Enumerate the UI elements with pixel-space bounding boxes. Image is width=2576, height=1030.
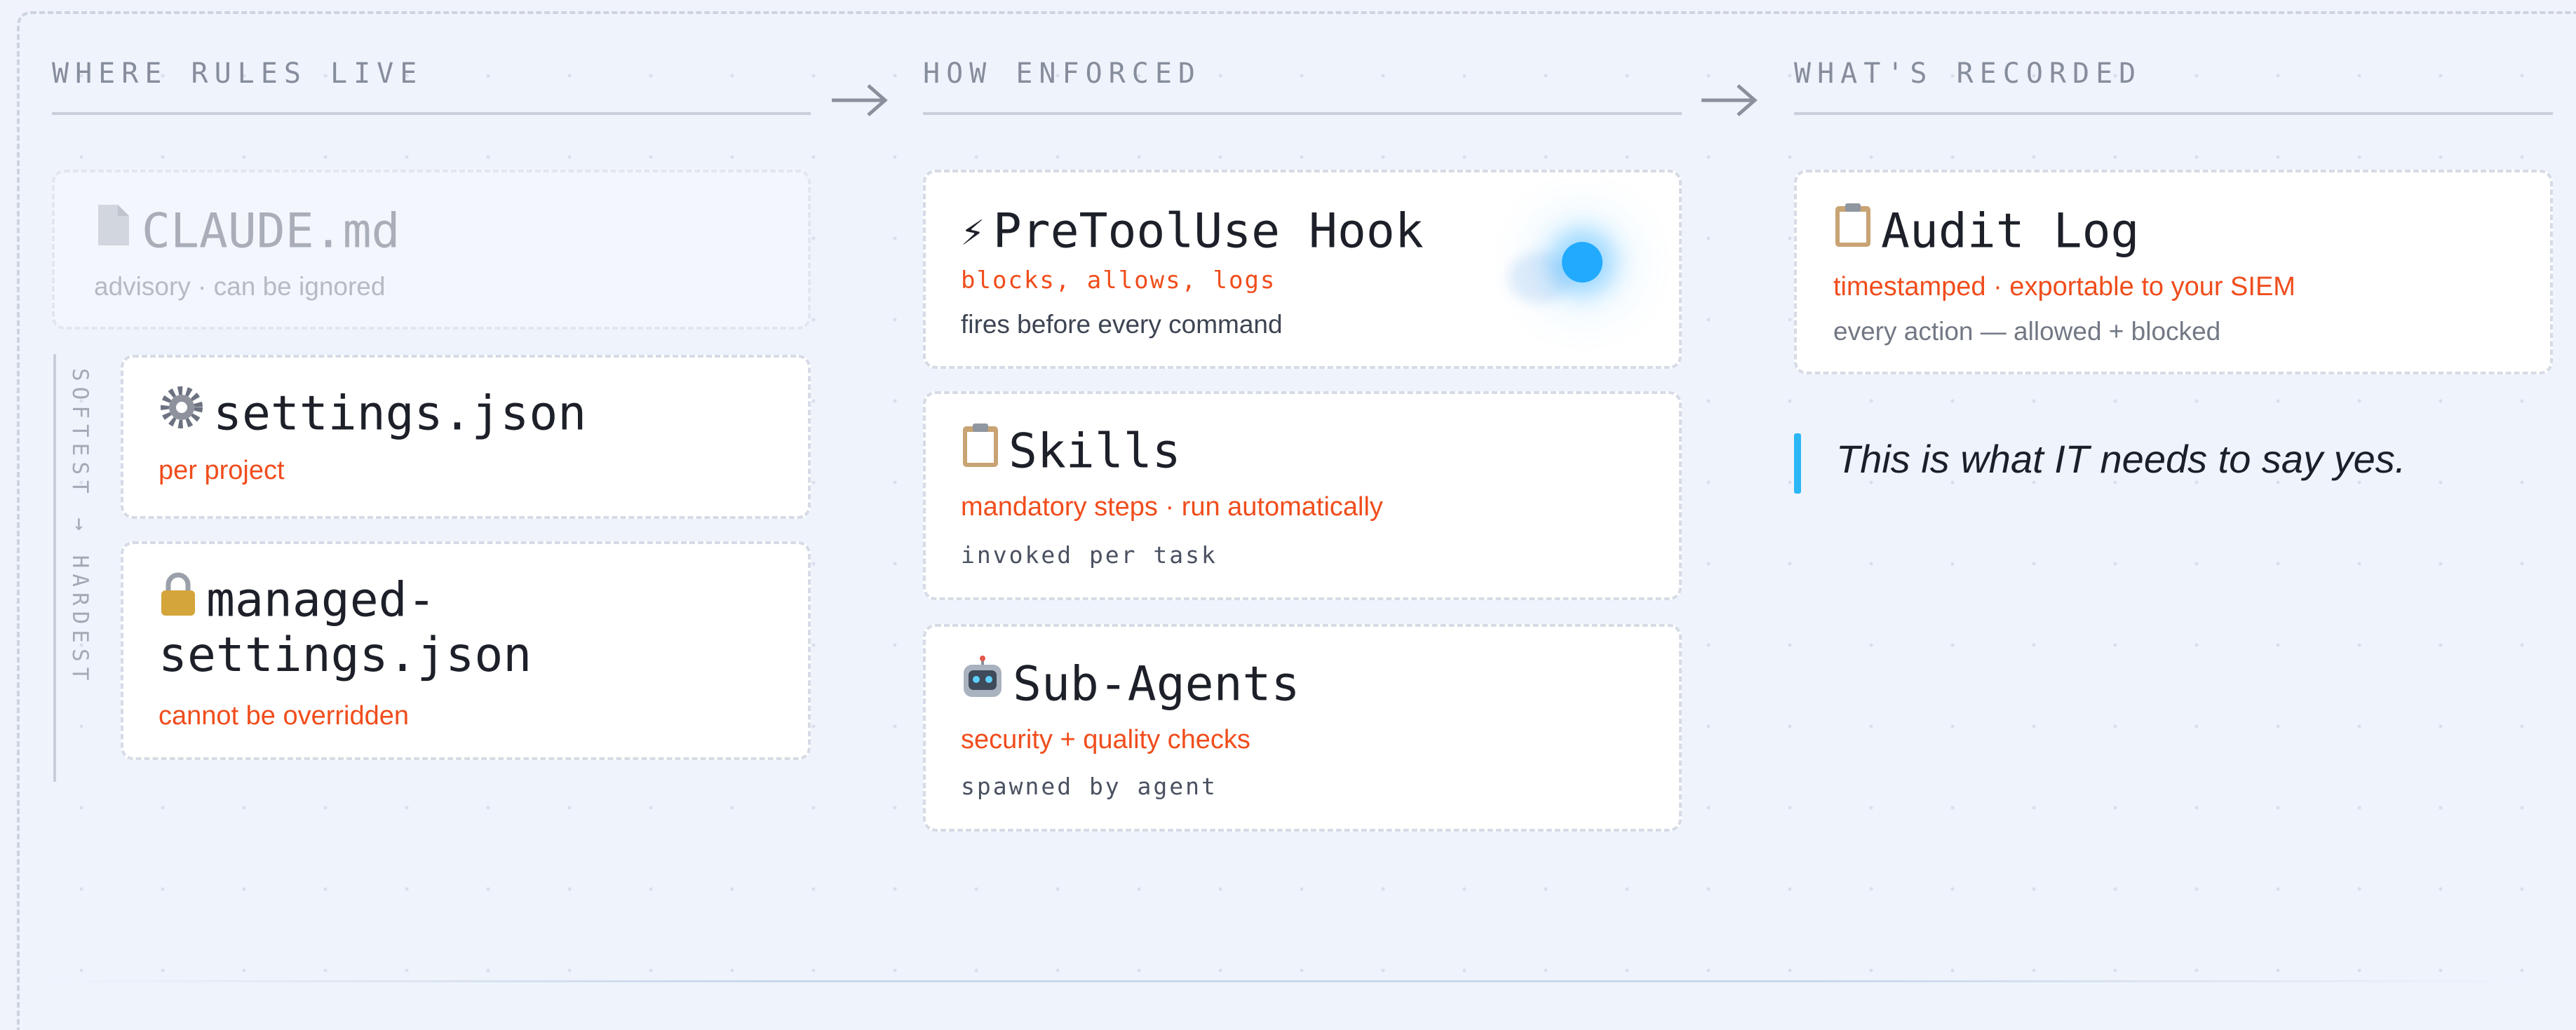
card-managed-settings-json: managed- settings.json cannot be overrid… [121,541,811,760]
card-settings-json: settings.json per project [121,355,811,519]
bottom-rule [42,980,2532,982]
card-tagline: advisory · can be ignored [94,272,386,301]
card-detail: fires before every command [961,310,1283,339]
card-detail: every action — allowed + blocked [1833,317,2221,346]
gear-icon [159,384,205,444]
card-tagline: timestamped · exportable to your SIEM [1833,272,2295,301]
card-title: Audit Log [1833,201,2139,262]
column-header-how: HOW ENFORCED [923,57,1201,90]
column-header-where: WHERE RULES LIVE [52,57,424,90]
card-title: managed- [159,569,436,630]
card-skills: Skills mandatory steps · run automatical… [923,391,1682,600]
quote-text: This is what IT needs to say yes. [1836,437,2406,481]
clipboard-icon [1833,202,1873,262]
card-title: Skills [961,421,1181,482]
arrow-right-icon [832,84,888,116]
column-rule-where [52,112,811,115]
card-tagline: security + quality checks [961,725,1250,754]
card-title: ⚡ PreToolUse Hook [961,203,1424,259]
card-claude-md: CLAUDE.md advisory · can be ignored [52,170,811,330]
signal-dot [1562,242,1603,283]
document-icon [94,202,133,262]
card-tagline: per project [159,456,285,485]
lock-icon [159,571,198,630]
card-title-line2: settings.json [159,628,532,683]
card-tagline: mandatory steps · run automatically [961,492,1383,522]
quote-bar [1794,433,1801,494]
column-rule-how [923,112,1682,115]
lightning-icon: ⚡ [961,208,985,255]
card-title: settings.json [159,383,586,444]
card-title: Sub-Agents [961,653,1300,714]
card-tagline: blocks, allows, logs [961,266,1276,294]
card-sub-agents: Sub-Agents security + quality checks spa… [923,624,1682,832]
clipboard-icon [961,422,1000,482]
robot-icon [961,655,1004,714]
column-rule-what [1794,112,2553,115]
arrow-right-icon [1701,84,1758,116]
card-detail: invoked per task [961,541,1218,569]
card-audit-log: Audit Log timestamped · exportable to yo… [1794,170,2553,374]
card-detail: spawned by agent [961,773,1218,800]
sidebar-label: SOFTEST → HARDEST [67,368,93,686]
card-tagline: cannot be overridden [159,701,410,731]
sidebar-line [53,354,56,782]
column-header-what: WHAT'S RECORDED [1794,57,2143,90]
card-title: CLAUDE.md [94,201,400,262]
